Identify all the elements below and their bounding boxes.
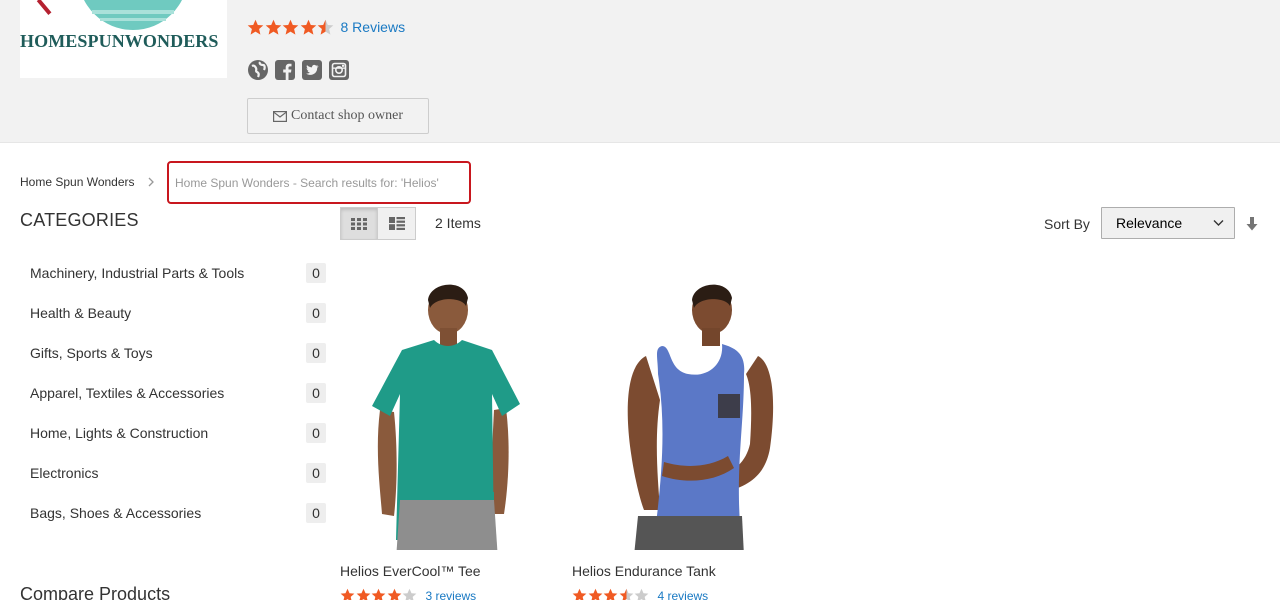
category-label: Electronics bbox=[30, 465, 99, 481]
category-count: 0 bbox=[306, 383, 326, 403]
sort-by-value: Relevance bbox=[1116, 215, 1183, 231]
category-item[interactable]: Electronics 0 bbox=[30, 460, 326, 500]
chevron-right-icon bbox=[148, 177, 154, 187]
breadcrumb-current: Home Spun Wonders - Search results for: … bbox=[175, 176, 439, 190]
social-links bbox=[247, 59, 350, 81]
breadcrumb: Home Spun Wonders bbox=[20, 175, 166, 189]
breadcrumb-home-link[interactable]: Home Spun Wonders bbox=[20, 175, 135, 189]
star-icon bbox=[340, 588, 355, 600]
logo-text: HOMESPUNWONDERS bbox=[20, 31, 219, 51]
category-label: Home, Lights & Construction bbox=[30, 425, 209, 441]
category-label: Machinery, Industrial Parts & Tools bbox=[30, 265, 245, 281]
view-mode-switcher bbox=[340, 207, 416, 240]
shop-rating-stars bbox=[247, 19, 335, 36]
star-icon bbox=[300, 19, 317, 36]
star-icon bbox=[619, 588, 634, 600]
category-count: 0 bbox=[306, 503, 326, 523]
compare-products-title: Compare Products bbox=[20, 584, 171, 600]
logo-emblem bbox=[78, 0, 188, 30]
star-icon bbox=[572, 588, 587, 600]
star-icon bbox=[356, 588, 371, 600]
contact-shop-owner-button[interactable]: Contact shop owner bbox=[247, 98, 429, 134]
product-photo[interactable] bbox=[340, 270, 550, 550]
star-icon bbox=[387, 588, 402, 600]
list-view-button[interactable] bbox=[378, 207, 416, 240]
facebook-icon[interactable] bbox=[274, 59, 296, 81]
category-count: 0 bbox=[306, 463, 326, 483]
product-image-tank bbox=[627, 284, 774, 550]
category-label: Apparel, Textiles & Accessories bbox=[30, 385, 225, 401]
product-image-tee bbox=[372, 284, 520, 550]
star-icon bbox=[634, 588, 649, 600]
product-name[interactable]: Helios EverCool™ Tee bbox=[340, 563, 550, 579]
product-rating: 3 reviews bbox=[340, 588, 550, 600]
contact-shop-owner-label: Contact shop owner bbox=[291, 108, 403, 123]
shop-reviews-link[interactable]: 8 Reviews bbox=[341, 19, 406, 35]
category-label: Gifts, Sports & Toys bbox=[30, 345, 153, 361]
category-item[interactable]: Home, Lights & Construction 0 bbox=[30, 420, 326, 460]
product-rating-stars bbox=[572, 588, 650, 600]
shop-header: HOMESPUNWONDERS 8 Reviews Contact shop o… bbox=[0, 0, 1280, 143]
star-icon bbox=[588, 588, 603, 600]
globe-icon[interactable] bbox=[247, 59, 269, 81]
star-icon bbox=[317, 19, 334, 36]
logo-mark bbox=[36, 0, 66, 15]
category-item[interactable]: Machinery, Industrial Parts & Tools 0 bbox=[30, 260, 326, 300]
sort-by-select[interactable]: Relevance bbox=[1101, 207, 1235, 239]
product-card[interactable]: Helios EverCool™ Tee 3 reviews bbox=[340, 270, 550, 600]
star-icon bbox=[282, 19, 299, 36]
product-rating: 4 reviews bbox=[572, 588, 782, 600]
product-name[interactable]: Helios Endurance Tank bbox=[572, 563, 782, 579]
product-rating-stars bbox=[340, 588, 418, 600]
star-icon bbox=[265, 19, 282, 36]
category-label: Bags, Shoes & Accessories bbox=[30, 505, 202, 521]
grid-view-button[interactable] bbox=[340, 207, 378, 240]
items-count: 2 Items bbox=[435, 215, 481, 231]
sort-by-label: Sort By bbox=[1044, 216, 1090, 232]
product-card[interactable]: Helios Endurance Tank 4 reviews bbox=[572, 270, 782, 600]
category-item[interactable]: Apparel, Textiles & Accessories 0 bbox=[30, 380, 326, 420]
star-icon bbox=[603, 588, 618, 600]
instagram-icon[interactable] bbox=[328, 59, 350, 81]
product-photo[interactable] bbox=[572, 270, 782, 550]
envelope-icon bbox=[273, 110, 287, 122]
list-view-icon bbox=[388, 217, 405, 230]
category-item[interactable]: Bags, Shoes & Accessories 0 bbox=[30, 500, 326, 540]
category-count: 0 bbox=[306, 303, 326, 323]
shop-logo[interactable]: HOMESPUNWONDERS bbox=[20, 0, 227, 78]
category-item[interactable]: Gifts, Sports & Toys 0 bbox=[30, 340, 326, 380]
star-icon bbox=[402, 588, 417, 600]
grid-view-icon bbox=[351, 217, 367, 230]
shop-rating: 8 Reviews bbox=[247, 16, 405, 38]
category-list: Machinery, Industrial Parts & Tools 0 Hea… bbox=[30, 260, 326, 540]
category-count: 0 bbox=[306, 423, 326, 443]
arrow-down-icon[interactable] bbox=[1246, 217, 1258, 231]
product-reviews-link[interactable]: 4 reviews bbox=[658, 589, 709, 600]
category-label: Health & Beauty bbox=[30, 305, 132, 321]
category-item[interactable]: Health & Beauty 0 bbox=[30, 300, 326, 340]
category-count: 0 bbox=[306, 343, 326, 363]
twitter-icon[interactable] bbox=[301, 59, 323, 81]
star-icon bbox=[247, 19, 264, 36]
product-reviews-link[interactable]: 3 reviews bbox=[426, 589, 477, 600]
category-count: 0 bbox=[306, 263, 326, 283]
star-icon bbox=[371, 588, 386, 600]
categories-title: CATEGORIES bbox=[20, 210, 139, 230]
chevron-down-icon bbox=[1213, 220, 1224, 226]
